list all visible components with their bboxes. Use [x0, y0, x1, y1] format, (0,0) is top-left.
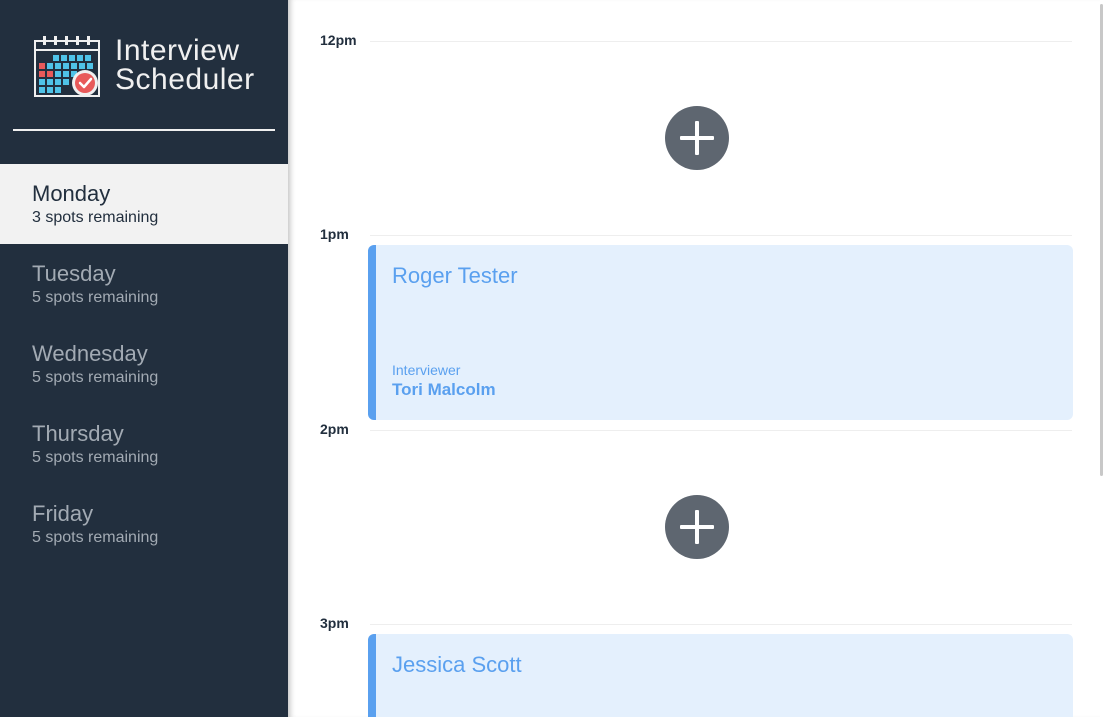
day-name: Thursday — [32, 421, 124, 446]
time-slot-12pm: 12pm — [288, 32, 1078, 235]
schedule: 12pm 1pm Roger Tester Interviewer Tori M… — [288, 0, 1105, 717]
time-slot-1pm: 1pm Roger Tester Interviewer Tori Malcol… — [288, 226, 1078, 430]
day-item-friday[interactable]: Friday 5 spots remaining — [0, 484, 288, 564]
interviewer-label: Interviewer — [392, 362, 461, 378]
interviewer-name: Tori Malcolm — [392, 380, 496, 399]
app-title-line2: Scheduler — [115, 63, 255, 96]
day-name: Monday — [32, 181, 111, 206]
time-label: 2pm — [320, 421, 349, 437]
student-name: Roger Tester — [392, 263, 518, 288]
time-label: 12pm — [320, 32, 357, 48]
time-divider — [370, 41, 1072, 42]
calendar-check-icon — [34, 36, 100, 97]
day-list: Monday 3 spots remaining Tuesday 5 spots… — [0, 164, 288, 564]
app-root: Interview Scheduler Monday 3 spots remai… — [0, 0, 1105, 717]
time-divider — [370, 235, 1072, 236]
time-divider — [370, 624, 1072, 625]
brand: Interview Scheduler — [13, 0, 275, 131]
time-label: 1pm — [320, 226, 349, 242]
day-spots: 5 spots remaining — [32, 529, 159, 546]
add-appointment-button[interactable] — [665, 495, 729, 559]
day-spots: 5 spots remaining — [32, 449, 159, 466]
day-name: Wednesday — [32, 341, 148, 366]
time-label: 3pm — [320, 615, 349, 631]
day-spots: 5 spots remaining — [32, 289, 159, 306]
app-title-line1: Interview — [115, 34, 240, 67]
scrollbar-thumb[interactable] — [1100, 4, 1103, 476]
time-divider — [370, 430, 1072, 431]
time-slot-2pm: 2pm — [288, 421, 1078, 624]
day-item-tuesday[interactable]: Tuesday 5 spots remaining — [0, 244, 288, 324]
appointment-card[interactable]: Roger Tester Interviewer Tori Malcolm — [368, 245, 1073, 420]
day-item-monday[interactable]: Monday 3 spots remaining — [0, 164, 288, 244]
appointment-card[interactable]: Jessica Scott — [368, 634, 1073, 717]
day-spots: 3 spots remaining — [32, 209, 159, 226]
add-appointment-button[interactable] — [665, 106, 729, 170]
day-spots: 5 spots remaining — [32, 369, 159, 386]
day-name: Tuesday — [32, 261, 116, 286]
sidebar: Interview Scheduler Monday 3 spots remai… — [0, 0, 288, 717]
day-item-thursday[interactable]: Thursday 5 spots remaining — [0, 404, 288, 484]
scrollbar[interactable] — [1100, 0, 1105, 717]
day-item-wednesday[interactable]: Wednesday 5 spots remaining — [0, 324, 288, 404]
student-name: Jessica Scott — [392, 652, 522, 677]
app-title: Interview Scheduler — [115, 34, 255, 96]
day-name: Friday — [32, 501, 94, 526]
time-slot-3pm: 3pm Jessica Scott — [288, 615, 1078, 717]
